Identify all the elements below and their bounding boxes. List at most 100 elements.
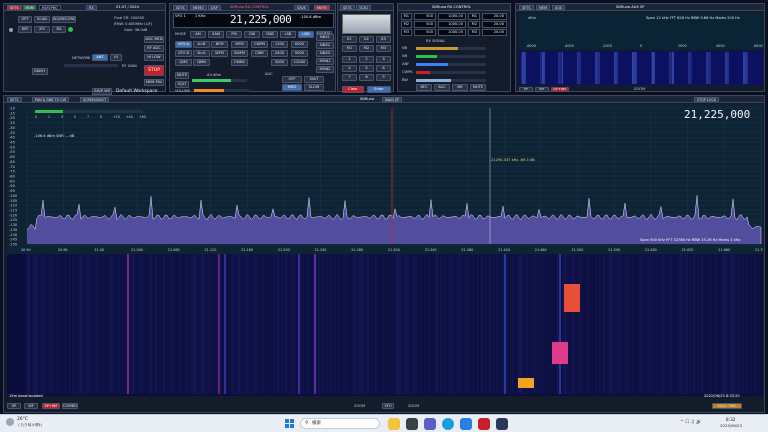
run-button[interactable]: RUN [23, 5, 37, 10]
network-on-button[interactable]: ANT [92, 54, 108, 61]
aux-sp-button[interactable]: SP [519, 87, 533, 92]
memory-key-k1[interactable]: K1 [342, 36, 357, 43]
combo-button[interactable]: COMBO [62, 403, 78, 409]
rx-grid-button-12000[interactable]: 12000 [291, 59, 308, 66]
rx-memo-tab[interactable]: MEMO [190, 5, 207, 10]
mode-am-button[interactable]: AM [190, 31, 206, 38]
rf-btn-agc[interactable]: AGC [434, 84, 450, 91]
vfo-frequency[interactable]: 21,225,000 [230, 13, 292, 26]
gain-plus-button[interactable]: GAIN+ [32, 68, 48, 75]
mcafee-icon[interactable] [478, 418, 490, 430]
opt-button[interactable]: OPT [18, 16, 32, 23]
nbx-button-1[interactable]: NBX2 [316, 42, 334, 49]
rx-grid-button-3000[interactable]: 3000 [271, 59, 288, 66]
rf-cell-1-4[interactable]: 20.00 [482, 21, 507, 28]
sqlt-button[interactable]: SQLT [175, 81, 189, 88]
agc-slow-button[interactable]: SLOW [304, 84, 324, 91]
screenshot-button[interactable]: SCREENSHOT [80, 97, 110, 102]
aux-spwf-button[interactable]: SP+WF [551, 87, 569, 92]
rf-cell-0-1[interactable]: 500 [414, 13, 436, 20]
clear-button[interactable]: Clear [342, 86, 364, 93]
squelch-slider[interactable] [192, 79, 247, 82]
rf-btn-mute[interactable]: MUTE [470, 84, 486, 91]
rx-mute-tab[interactable]: MUTE [314, 5, 330, 10]
save-ws-button[interactable]: SAVE WS [92, 88, 112, 95]
agc-off-button[interactable]: OFF [282, 76, 302, 83]
aux-tab[interactable]: AUX [552, 5, 566, 10]
memory-key-k2[interactable]: K2 [359, 36, 374, 43]
volume-slider[interactable] [194, 89, 249, 92]
rx-dsp-tab[interactable]: DSP [208, 5, 221, 10]
rf-gain-slider[interactable] [64, 64, 118, 67]
aux-mem-tab[interactable]: MEM [536, 5, 550, 10]
rf-slider-nr[interactable] [416, 55, 486, 58]
mode-fm-button[interactable]: FM [226, 31, 242, 38]
sp-button[interactable]: SP [7, 403, 21, 409]
wf-button[interactable]: WF [24, 403, 38, 409]
aux-sets-tab[interactable]: SETS [519, 5, 534, 10]
rx-grid-button-qms[interactable]: QMS [175, 59, 192, 66]
store-icon[interactable] [460, 418, 472, 430]
ref-button[interactable]: REF [18, 26, 32, 33]
vfo-button[interactable]: VFO [382, 403, 394, 409]
rf-slider-cwpk[interactable] [416, 71, 486, 74]
rf-cell-1-1[interactable]: 500 [414, 21, 436, 28]
rx-grid-button-vfo-b[interactable]: VFO B [175, 50, 192, 57]
memory-key-k3[interactable]: K3 [376, 36, 391, 43]
nbx-button-0[interactable]: NBX1 [316, 34, 334, 41]
rx-grid-button-qmn[interactable]: QMN [193, 59, 210, 66]
enter-button[interactable]: Enter [367, 86, 391, 93]
waterfall-display[interactable] [7, 254, 763, 396]
weather-icon[interactable] [6, 418, 14, 426]
rx-grid-button-1200[interactable]: 1200 [271, 41, 288, 48]
memory-key-m2[interactable]: M2 [359, 45, 374, 52]
mode-dsb-button[interactable]: DSB [262, 31, 278, 38]
rf-slider-anf[interactable] [416, 63, 486, 66]
keypad-7[interactable]: 7 [342, 74, 357, 81]
mute-button[interactable]: MUTE [175, 72, 189, 79]
rf-btn-nr[interactable]: NR [452, 84, 468, 91]
rx-button[interactable]: RX [86, 5, 97, 10]
sets-button[interactable]: SETS [7, 5, 22, 10]
nbx-button-2[interactable]: NBX3 [316, 50, 334, 57]
scan-button[interactable]: SCAN [34, 16, 50, 23]
rx-grid-button-b-a[interactable]: B>A [193, 50, 210, 57]
rx-grid-button-cwnc[interactable]: CWNC [231, 59, 248, 66]
edge-icon[interactable] [442, 418, 454, 430]
agc-med-button[interactable]: MED [282, 84, 302, 91]
memory-key-m1[interactable]: M1 [342, 45, 357, 52]
stop-lock-button[interactable]: STOP LOCK [694, 97, 720, 102]
rf-cell-2-4[interactable]: 20.00 [482, 29, 507, 36]
nbx-button-3[interactable]: MON1 [316, 58, 334, 65]
keypad-4[interactable]: 4 [342, 65, 357, 72]
rx-grid-button-cwr[interactable]: CWR [251, 50, 268, 57]
rx-grid-button-nfm[interactable]: NFM [211, 41, 228, 48]
agc-med-button[interactable]: AGC MED [144, 36, 164, 43]
tray-icons[interactable]: ^ ☐ ♫ 🔊 [680, 420, 702, 425]
start-icon[interactable] [285, 419, 294, 428]
nbx-button-4[interactable]: MON2 [316, 66, 334, 73]
rx-grid-button-2400[interactable]: 2400 [271, 50, 288, 57]
rf-cell-2-1[interactable]: 500 [414, 29, 436, 36]
rx-grid-button-cwpn[interactable]: CWPN [251, 41, 268, 48]
main-sets-button[interactable]: SETS [7, 97, 22, 102]
rx-save-tab[interactable]: SAVE [294, 5, 309, 10]
hi-low-button[interactable]: HI LOW [144, 54, 164, 61]
keypad-9[interactable]: 9 [376, 74, 391, 81]
rx-grid-button-6000[interactable]: 6000 [291, 41, 308, 48]
keypad-5[interactable]: 5 [359, 65, 374, 72]
rf-btn-bfc[interactable]: BFC [416, 84, 432, 91]
rx-grid-button-vfo-a[interactable]: VFO A [175, 41, 192, 48]
keypad-2[interactable]: 2 [359, 56, 374, 63]
rf-cell-1-2[interactable]: 1000.00 [438, 21, 466, 28]
taskview-icon[interactable] [406, 418, 418, 430]
rf-cell-2-2[interactable]: 1000.00 [438, 29, 466, 36]
keypad-1[interactable]: 1 [342, 56, 357, 63]
stop-button[interactable]: STOP [144, 65, 164, 76]
memory-key-m3[interactable]: M3 [376, 45, 391, 52]
rx-grid-button-a-b[interactable]: A>B [193, 41, 210, 48]
file-explorer-icon[interactable] [388, 418, 400, 430]
sp-wf-button[interactable]: SP+WF [42, 403, 60, 409]
pan-snr-button[interactable]: PAN & SNR TO CW [32, 97, 70, 102]
rx-grid-button-wfm[interactable]: WFM [211, 50, 228, 57]
